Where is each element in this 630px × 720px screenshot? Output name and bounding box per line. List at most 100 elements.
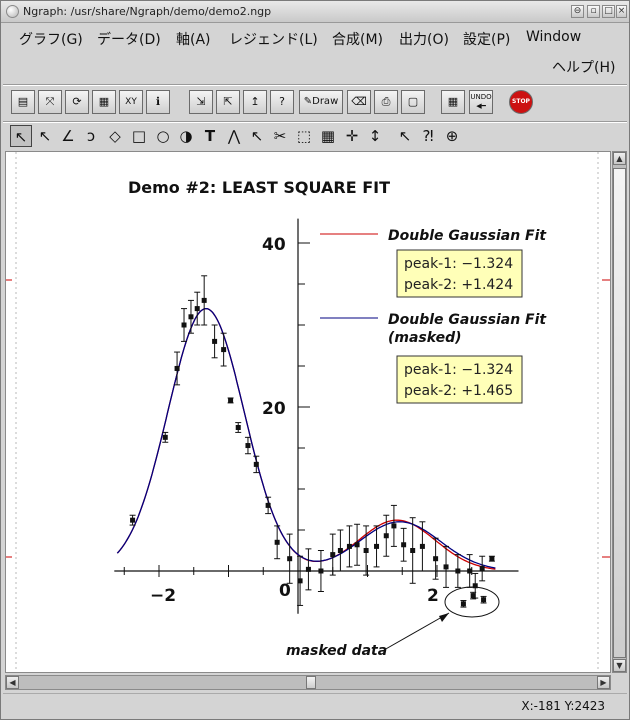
trimming-icon[interactable]: ✂ — [269, 125, 291, 147]
section-graph-icon[interactable]: ▦ — [317, 125, 339, 147]
close-icon[interactable]: × — [616, 5, 627, 18]
frame-graph-icon[interactable]: ⬚ — [293, 125, 315, 147]
scroll-left-icon[interactable]: ◀ — [6, 676, 19, 689]
data-point — [181, 322, 187, 328]
menu-graph[interactable]: グラフ(G) — [19, 29, 83, 49]
status-bar: X:-181 Y:2423 — [3, 693, 627, 717]
mark-icon[interactable]: ◑ — [175, 125, 197, 147]
draw-label: Draw — [312, 96, 339, 107]
fit-result-peak1: peak-1: −1.324 — [404, 362, 513, 378]
horizontal-scroll-thumb[interactable] — [306, 676, 316, 689]
data-point — [443, 564, 449, 570]
calculator-icon[interactable]: ▦ — [441, 90, 465, 114]
single-axis-icon[interactable]: ↕ — [364, 125, 386, 147]
data-load-icon[interactable]: ⇲ — [189, 90, 213, 114]
ngraph-window: Ngraph: /usr/share/Ngraph/demo/demo2.ngp… — [0, 0, 630, 720]
fit-result-peak2: peak-2: +1.424 — [404, 277, 513, 293]
axis-list-icon[interactable]: ⤧ — [38, 90, 62, 114]
merge-list-icon[interactable]: ⟳ — [65, 90, 89, 114]
separator — [3, 84, 627, 86]
data-point — [374, 543, 380, 549]
eval-icon[interactable]: ⁈ — [417, 125, 439, 147]
cursor-coordinates: X:-181 Y:2423 — [521, 699, 605, 713]
data-point — [245, 443, 251, 449]
menu-merge[interactable]: 合成(M) — [332, 29, 383, 49]
data-point — [383, 533, 389, 539]
menu-legend[interactable]: レジェンド(L) — [229, 29, 318, 49]
text-icon[interactable]: T — [199, 125, 221, 147]
menu-window[interactable]: Window — [526, 29, 581, 45]
data-point — [305, 566, 311, 572]
file-list-icon[interactable]: ▤ — [11, 90, 35, 114]
line-icon[interactable]: ∠ — [57, 125, 79, 147]
maximize-icon[interactable]: □ — [602, 5, 615, 18]
menu-output[interactable]: 出力(O) — [399, 29, 449, 49]
xy-data-icon[interactable]: XY — [119, 90, 143, 114]
x-tick-label: 0 — [279, 581, 291, 601]
data-point — [174, 365, 180, 371]
shade-icon[interactable]: ⊖ — [571, 5, 584, 18]
data-point — [337, 548, 343, 553]
data-point — [221, 347, 227, 353]
vertical-scrollbar[interactable]: ▲ ▼ — [612, 151, 627, 673]
annotation-arrowhead — [439, 613, 449, 622]
gauss-icon[interactable]: ⋀ — [223, 125, 245, 147]
axis-pointer-icon[interactable]: ↖ — [246, 125, 268, 147]
draw-button[interactable]: ✎Draw — [299, 90, 343, 114]
print-icon[interactable]: ⎙ — [374, 90, 398, 114]
masked-data-point — [481, 597, 487, 603]
masked-data-ellipse — [444, 586, 500, 618]
data-point — [235, 425, 241, 430]
undo-icon[interactable]: UNDO ◀━ — [469, 90, 493, 114]
horizontal-scrollbar[interactable]: ◀ ▶ — [5, 675, 611, 690]
vertical-scroll-thumb[interactable] — [613, 168, 626, 658]
math-icon[interactable]: ? — [270, 90, 294, 114]
viewer-icon[interactable]: ▢ — [401, 90, 425, 114]
menu-preference[interactable]: 設定(P) — [463, 29, 510, 49]
data-point — [188, 314, 194, 320]
data-point — [265, 502, 271, 508]
menu-data[interactable]: データ(D) — [97, 29, 161, 49]
arc-icon[interactable]: ○ — [152, 125, 174, 147]
info-icon[interactable]: ℹ — [146, 90, 170, 114]
fit-result-peak1: peak-1: −1.324 — [404, 256, 513, 272]
legend-list-icon[interactable]: ▦ — [92, 90, 116, 114]
menu-axis[interactable]: 軸(A) — [176, 29, 211, 49]
fit-curve-masked — [116, 307, 496, 569]
fit-curves-group — [116, 307, 496, 570]
curve-icon[interactable]: ↄ — [80, 125, 102, 147]
minimize-icon[interactable]: ▫ — [587, 5, 600, 18]
separator — [3, 121, 627, 123]
legend-pointer-icon[interactable]: ↖ — [34, 125, 56, 147]
pointer-icon[interactable]: ↖ — [10, 125, 32, 147]
scroll-right-icon[interactable]: ▶ — [597, 676, 610, 689]
polygon-icon[interactable]: ◇ — [104, 125, 126, 147]
fit-result-box-masked: peak-1: −1.324 peak-2: +1.465 — [396, 355, 523, 404]
graph-canvas[interactable]: Demo #2: LEAST SQUARE FIT 40 20 −2 0 2 D… — [5, 151, 611, 673]
rectangle-icon[interactable]: □ — [128, 125, 150, 147]
scroll-down-icon[interactable]: ▼ — [613, 659, 626, 672]
graph-load-icon[interactable]: ↥ — [243, 90, 267, 114]
window-menu-icon[interactable] — [6, 5, 19, 18]
data-point — [391, 523, 397, 529]
data-save-icon[interactable]: ⇱ — [216, 90, 240, 114]
x-tick-label: −2 — [150, 586, 176, 606]
annotation-arrow — [383, 612, 450, 651]
title-bar[interactable]: Ngraph: /usr/share/Ngraph/demo/demo2.ngp… — [1, 1, 629, 23]
stop-icon[interactable]: STOP — [509, 90, 533, 114]
y-tick-label: 20 — [262, 399, 286, 419]
cross-axis-icon[interactable]: ✛ — [341, 125, 363, 147]
plot-svg: Demo #2: LEAST SQUARE FIT 40 20 −2 0 2 D… — [6, 152, 610, 672]
data-point — [479, 566, 485, 572]
clear-icon[interactable]: ⌫ — [347, 90, 371, 114]
data-point — [354, 542, 360, 548]
legend-label-fit: Double Gaussian Fit — [388, 228, 547, 244]
data-point — [410, 548, 416, 553]
scroll-up-icon[interactable]: ▲ — [613, 152, 626, 165]
command-toolbar: ▤ ⤧ ⟳ ▦ XY ℹ ⇲ ⇱ ↥ ? ✎Draw ⌫ ⎙ ▢ ▦ UNDO ◀… — [9, 90, 569, 118]
menu-help[interactable]: ヘルプ(H) — [552, 57, 615, 77]
zoom-icon[interactable]: ⊕ — [441, 125, 463, 147]
data-point — [318, 568, 324, 574]
data-pointer-icon[interactable]: ↖ — [394, 125, 416, 147]
data-point — [455, 568, 461, 574]
